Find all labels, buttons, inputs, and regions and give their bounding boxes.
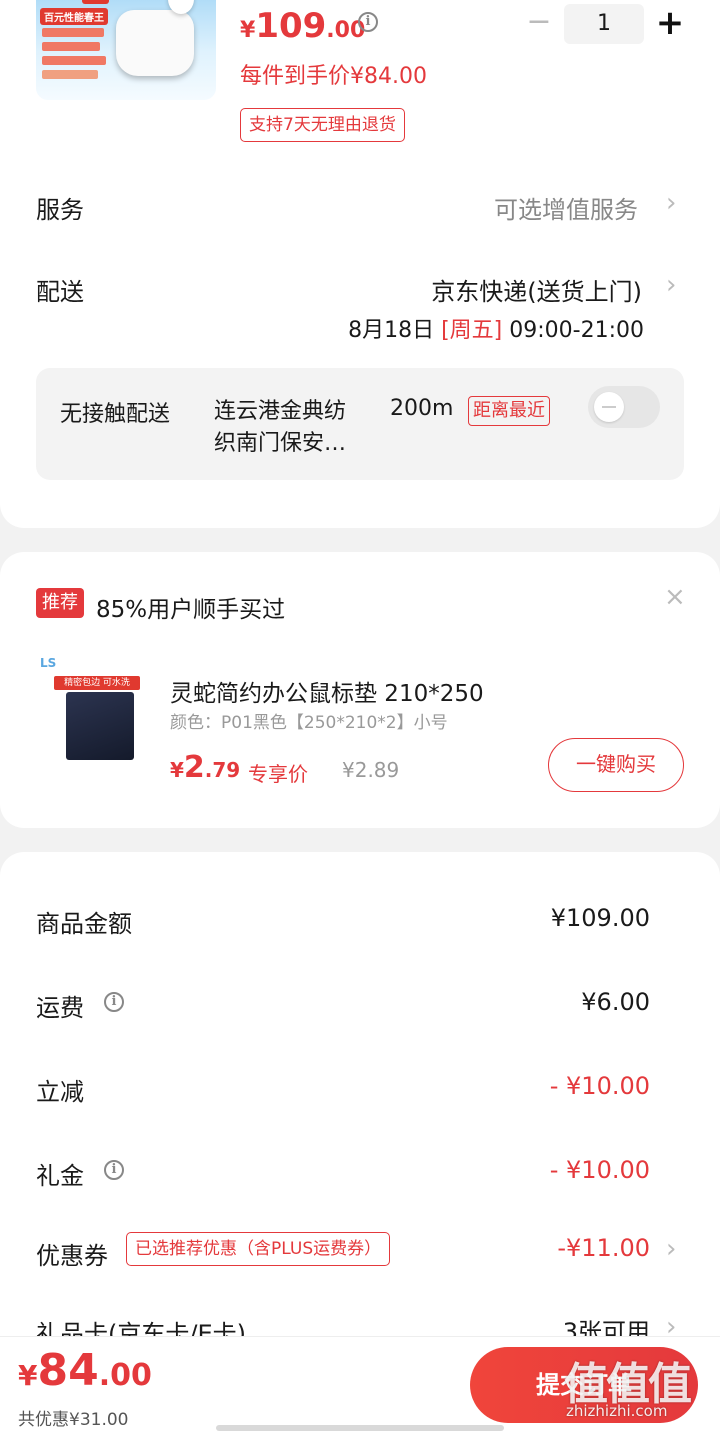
chevron-right-icon[interactable]: ›: [666, 1234, 676, 1264]
contactless-toggle[interactable]: [588, 386, 660, 428]
total-price: ¥84.00: [18, 1345, 152, 1396]
brand-logo: LS: [40, 656, 57, 670]
home-indicator[interactable]: [216, 1425, 504, 1431]
coupon-tag[interactable]: 已选推荐优惠（含PLUS运费券）: [126, 1232, 391, 1266]
summary-value: ¥109.00: [550, 904, 650, 932]
summary-label: 礼金: [36, 1162, 84, 1190]
one-click-buy-button[interactable]: 一键购买: [548, 738, 684, 792]
minus-icon[interactable]: −: [526, 7, 552, 38]
quantity-input[interactable]: 1: [564, 4, 644, 44]
product-price: ¥109.00: [240, 6, 366, 46]
each-price: 每件到手价¥84.00: [240, 64, 427, 89]
summary-label: 商品金额: [36, 910, 132, 938]
image-decor: [42, 70, 98, 79]
info-icon[interactable]: i: [104, 1160, 124, 1180]
distance-tag: 距离最近: [468, 396, 550, 426]
recommend-title: 85%用户顺手买过: [96, 597, 286, 623]
image-decor: [42, 28, 104, 37]
summary-label: 立减: [36, 1078, 84, 1106]
product-image-caption: 百元性能春王: [40, 8, 108, 25]
product-image-badge: 99: [82, 0, 110, 4]
order-card: 99 百元性能春王 ¥109.00 i 每件到手价¥84.00 支持7天无理由退…: [0, 0, 720, 528]
mousepad-illustration: [66, 692, 134, 760]
summary-value[interactable]: -¥11.00: [557, 1234, 650, 1262]
product-image[interactable]: 99 百元性能春王: [36, 0, 216, 100]
service-label: 服务: [36, 196, 84, 224]
delivery-distance: 200m: [390, 396, 454, 421]
service-value[interactable]: 可选增值服务: [494, 190, 638, 225]
info-icon[interactable]: i: [104, 992, 124, 1012]
return-policy-tag: 支持7天无理由退货: [240, 108, 405, 142]
delivery-time: 8月18日 [周五] 09:00-21:00: [348, 318, 644, 343]
total-saved: 共优惠¥31.00: [18, 1410, 129, 1430]
image-decor: [42, 42, 100, 51]
rec-product-name[interactable]: 灵蛇简约办公鼠标垫 210*250: [170, 674, 484, 708]
summary-label: 优惠券: [36, 1242, 108, 1270]
earbuds-case-illustration: [116, 10, 194, 76]
rec-price-label: 专享价: [248, 762, 308, 786]
delivery-method[interactable]: 京东快递(送货上门): [431, 272, 642, 307]
summary-value: - ¥10.00: [549, 1156, 650, 1184]
plus-icon[interactable]: +: [654, 6, 686, 42]
mousepad-image-label: 精密包边 可水洗: [54, 676, 140, 690]
mousepad-image[interactable]: LS 精密包边 可水洗: [36, 656, 146, 766]
summary-value: ¥6.00: [581, 988, 650, 1016]
summary-value: - ¥10.00: [549, 1072, 650, 1100]
watermark-url: zhizhizhi.com: [566, 1402, 668, 1420]
recommend-badge: 推荐: [36, 588, 84, 618]
rec-price: ¥2.79: [170, 750, 241, 785]
recommendation-card: 推荐 85%用户顺手买过 × LS 精密包边 可水洗 灵蛇简约办公鼠标垫 210…: [0, 552, 720, 828]
delivery-label: 配送: [36, 278, 84, 306]
chevron-right-icon[interactable]: ›: [666, 270, 676, 300]
rec-original-price: ¥2.89: [342, 758, 400, 782]
delivery-location: 连云港金典纺 织南门保安…: [214, 399, 347, 456]
rec-product-spec: 颜色：P01黑色【250*210*2】小号: [170, 713, 448, 733]
info-icon[interactable]: i: [358, 12, 378, 32]
chevron-right-icon[interactable]: ›: [666, 188, 676, 218]
image-decor: [42, 56, 106, 65]
summary-label: 运费: [36, 994, 84, 1022]
close-icon[interactable]: ×: [664, 582, 686, 612]
contactless-label: 无接触配送: [60, 402, 171, 427]
